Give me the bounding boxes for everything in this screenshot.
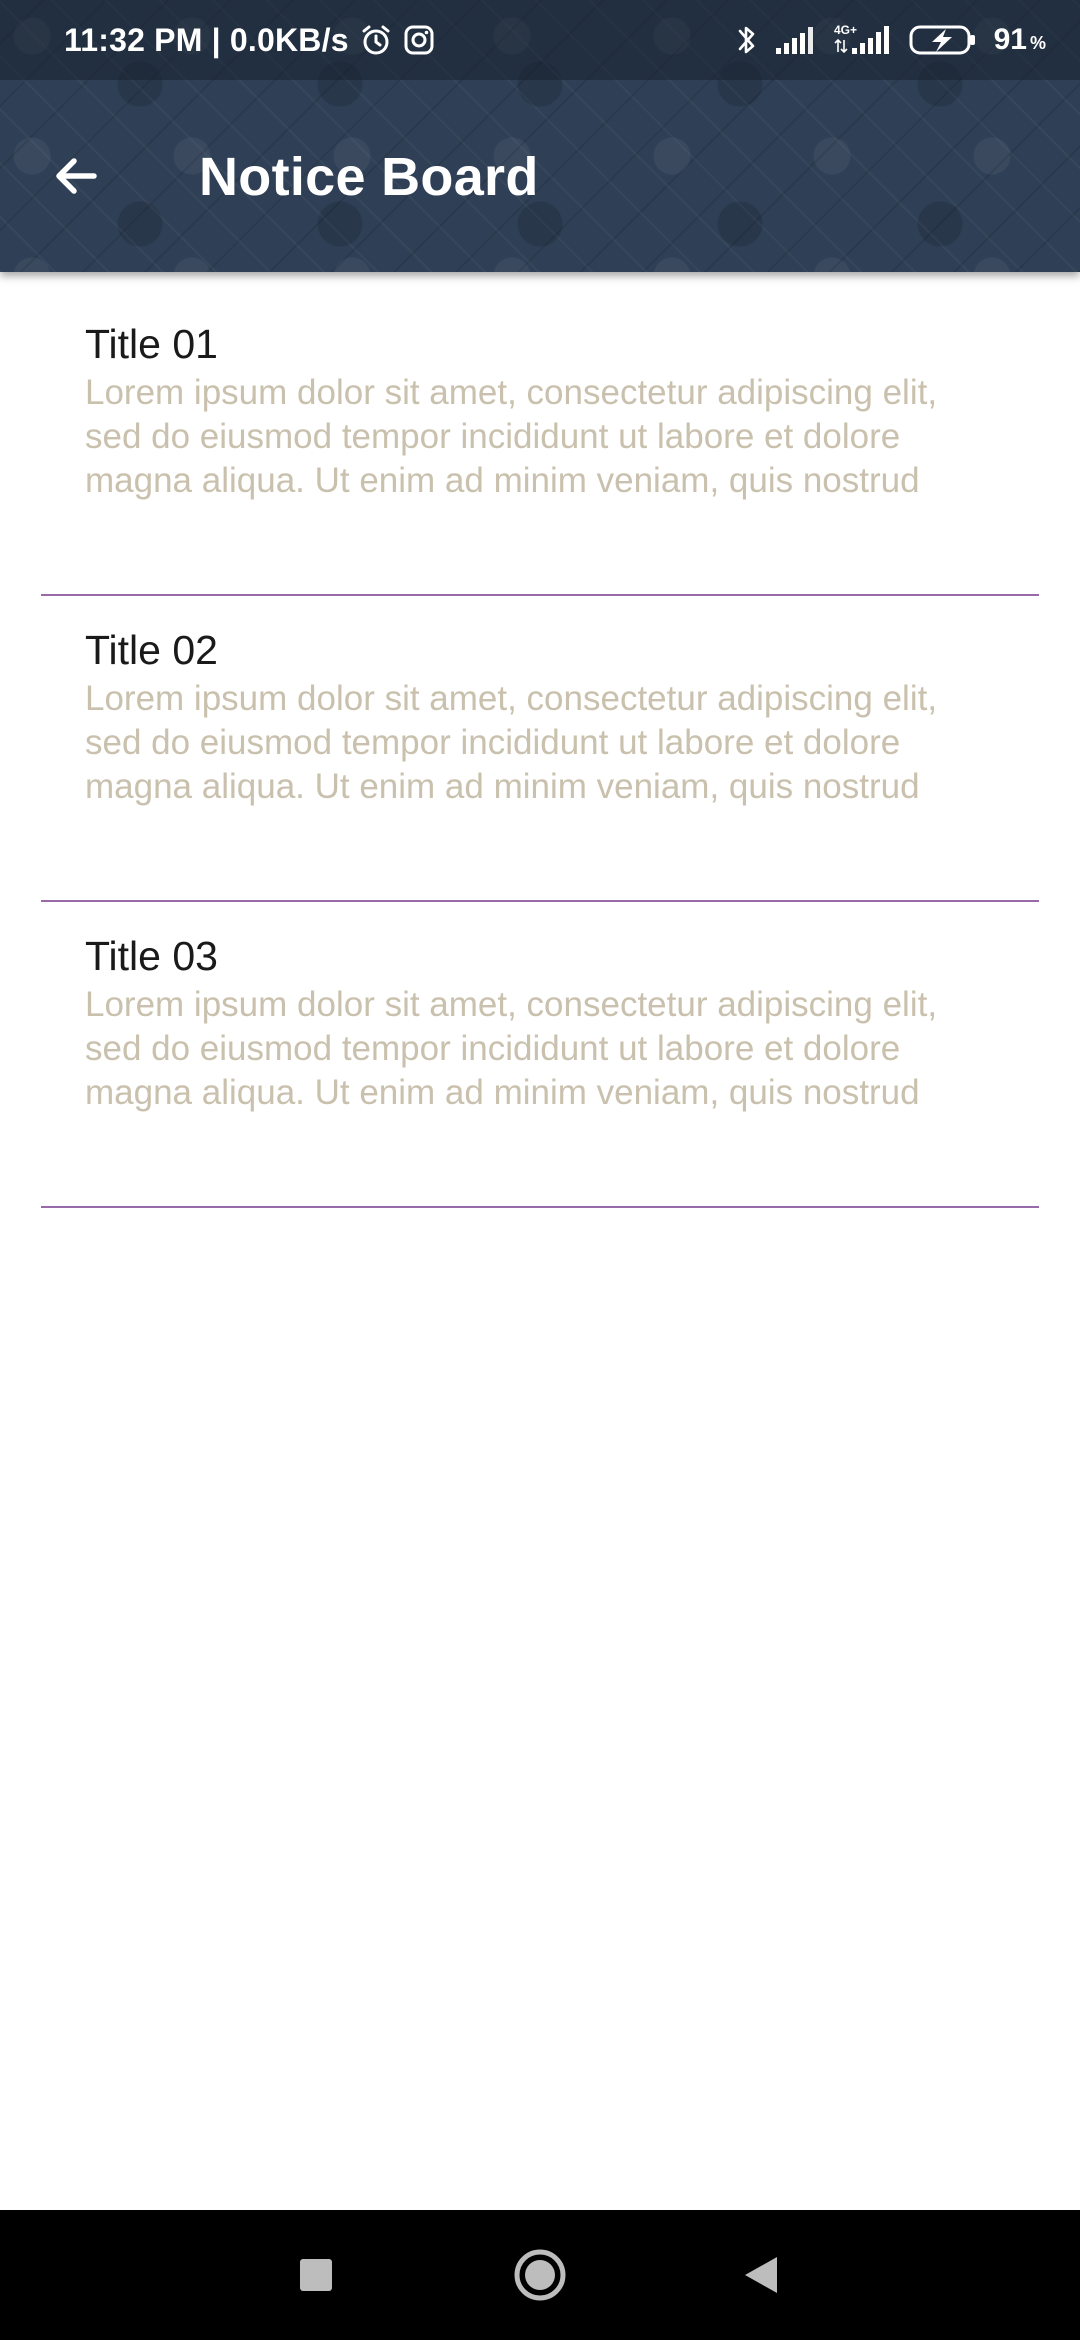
system-back-button[interactable] [721, 2235, 801, 2315]
navigation-bar [0, 2210, 1080, 2340]
notice-title: Title 03 [85, 933, 218, 979]
home-button[interactable] [500, 2235, 580, 2315]
back-button[interactable] [40, 140, 112, 212]
recent-apps-icon [300, 2259, 332, 2291]
notice-item[interactable]: Title 03 Lorem ipsum dolor sit amet, con… [41, 902, 1039, 1208]
notice-title: Title 01 [85, 321, 218, 367]
notice-body: Lorem ipsum dolor sit amet, consectetur … [85, 985, 938, 1113]
alarm-icon [359, 23, 393, 57]
notice-title: Title 02 [85, 627, 218, 673]
battery-charging-icon [908, 23, 978, 57]
battery-percent-value: 91 [993, 23, 1027, 56]
notice-list: Title 01 Lorem ipsum dolor sit amet, con… [41, 290, 1039, 1208]
notice-body: Lorem ipsum dolor sit amet, consectetur … [85, 679, 938, 807]
status-bar: 11:32 PM | 0.0KB/s 4G+ 91 % [0, 0, 1080, 80]
battery-percent-unit: % [1029, 33, 1046, 53]
arrow-back-icon [56, 158, 97, 194]
status-left: 11:32 PM | 0.0KB/s [64, 0, 435, 80]
instagram-icon [403, 24, 435, 56]
status-right: 4G+ 91% [736, 0, 1046, 80]
back-icon [745, 2257, 777, 2293]
bluetooth-icon [736, 22, 758, 58]
header: 11:32 PM | 0.0KB/s 4G+ 91 % Notice Board [0, 0, 1080, 272]
app-bar: Notice Board [0, 80, 1080, 272]
signal-4g-icon: 4G+ [834, 22, 892, 58]
network-label: 4G+ [834, 23, 857, 37]
signal-icon [774, 24, 818, 56]
status-time: 11:32 PM | 0.0KB/s [64, 21, 349, 58]
notice-item[interactable]: Title 01 Lorem ipsum dolor sit amet, con… [41, 290, 1039, 596]
battery-percent: 91% [994, 23, 1046, 57]
home-icon [514, 2249, 566, 2301]
notice-item[interactable]: Title 02 Lorem ipsum dolor sit amet, con… [41, 596, 1039, 902]
recent-apps-button[interactable] [276, 2235, 356, 2315]
page-title: Notice Board [199, 147, 539, 207]
notice-body: Lorem ipsum dolor sit amet, consectetur … [85, 373, 938, 501]
